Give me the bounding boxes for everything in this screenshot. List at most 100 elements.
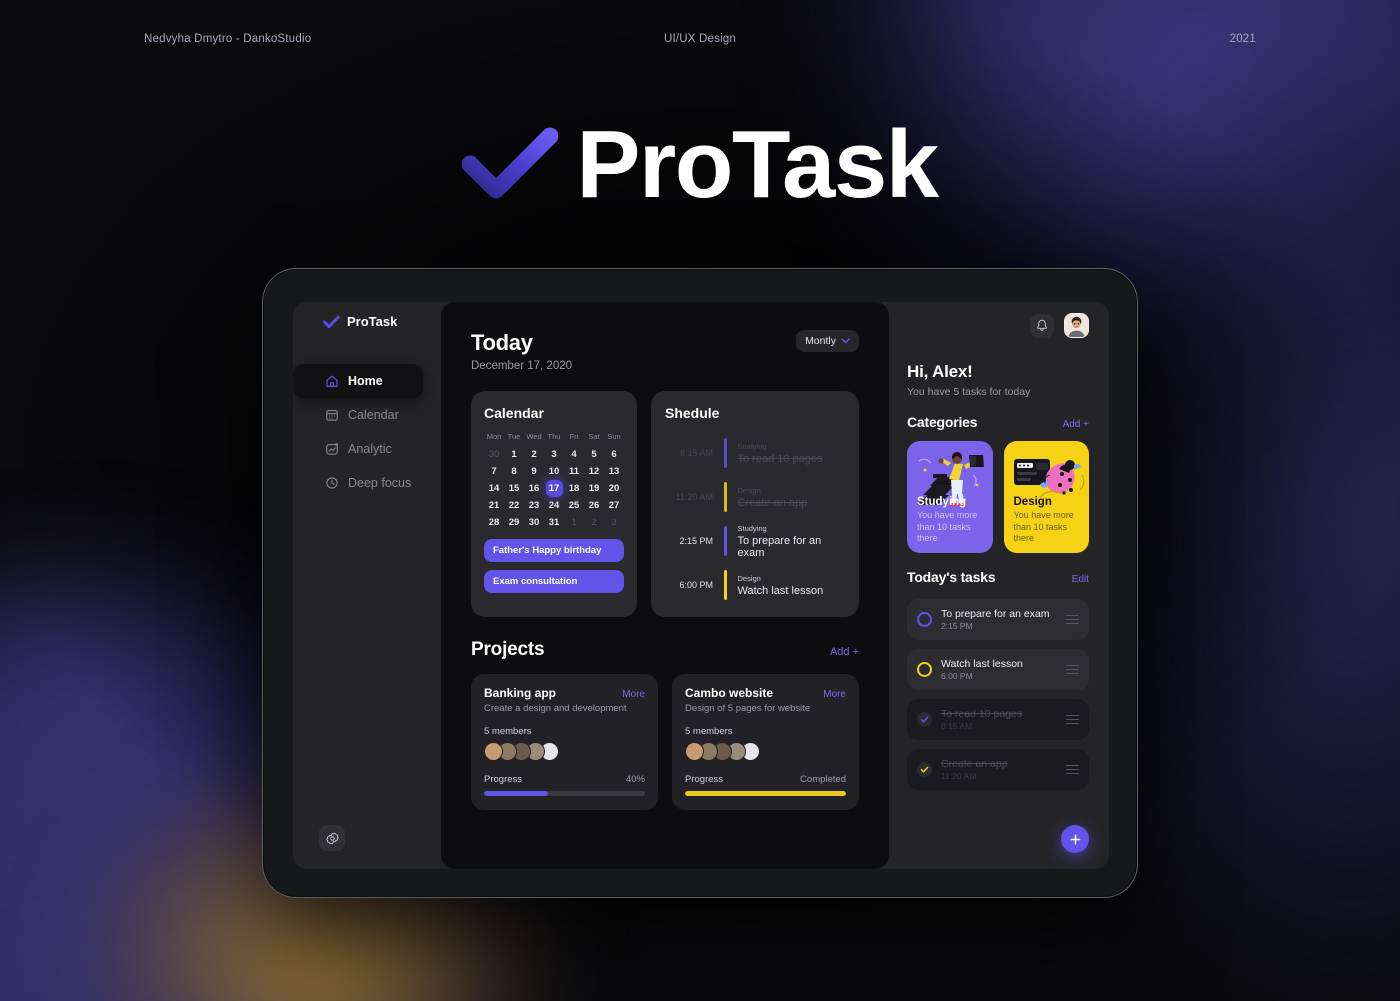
task-item[interactable]: Watch last lesson 6:00 PM bbox=[907, 649, 1089, 690]
notification-button[interactable] bbox=[1030, 313, 1054, 338]
calendar-day[interactable]: 25 bbox=[564, 497, 584, 514]
member-avatar bbox=[484, 742, 503, 761]
schedule-time: 8:15 AM bbox=[679, 448, 713, 458]
task-item[interactable]: To read 10 pages 8:15 AM bbox=[907, 699, 1089, 740]
task-time: 6:00 PM bbox=[941, 671, 973, 681]
task-text: Create an app 11:20 AM bbox=[941, 758, 1057, 781]
sidebar-item-label: Home bbox=[348, 374, 383, 388]
avatar[interactable] bbox=[1064, 313, 1089, 338]
sidebar-item-analytic[interactable]: Analytic bbox=[293, 432, 441, 466]
schedule-row[interactable]: 11:20 AM Design Create an app bbox=[665, 475, 845, 519]
project-year: 2021 bbox=[1229, 33, 1256, 45]
calendar-day[interactable]: 3 bbox=[544, 446, 564, 463]
add-category-button[interactable]: Add + bbox=[1063, 419, 1089, 430]
calendar-day[interactable]: 4 bbox=[564, 446, 584, 463]
calendar-day[interactable]: 13 bbox=[604, 463, 624, 480]
calendar-day[interactable]: 21 bbox=[484, 497, 504, 514]
category-card-design[interactable]: Design You have more than 10 tasks there bbox=[1003, 441, 1089, 553]
calendar-grid: Mon Tue Wed Thu Fri Sat Sun 30 1 2 3 4 5 6 7 8 9 10 11 12 13… bbox=[484, 432, 624, 531]
category-card-studying[interactable]: Studying You have more than 10 tasks the… bbox=[907, 441, 993, 553]
calendar-event[interactable]: Exam consultation bbox=[484, 570, 624, 593]
calendar-day[interactable]: 23 bbox=[524, 497, 544, 514]
calendar-day[interactable]: 2 bbox=[524, 446, 544, 463]
gear-icon bbox=[325, 832, 339, 844]
calendar-day[interactable]: 16 bbox=[524, 480, 544, 497]
calendar-day[interactable]: 12 bbox=[584, 463, 604, 480]
sidebar-item-deep-focus[interactable]: Deep focus bbox=[293, 466, 441, 500]
bell-icon bbox=[1037, 319, 1047, 331]
calendar-day[interactable]: 3 bbox=[604, 514, 624, 531]
tasks-header: Today's tasks Edit bbox=[907, 569, 1089, 585]
calendar-day[interactable]: 18 bbox=[564, 480, 584, 497]
app-brand: ProTask bbox=[323, 314, 397, 329]
chevron-down-icon bbox=[841, 338, 850, 344]
settings-button[interactable] bbox=[319, 825, 345, 851]
schedule-row[interactable]: 8:15 AM Studying To read 10 pages bbox=[665, 431, 845, 475]
tablet-device: ProTask Home Calendar Analytic Deep focu… bbox=[262, 268, 1138, 898]
calendar-day[interactable]: 2 bbox=[584, 514, 604, 531]
calendar-day[interactable]: 27 bbox=[604, 497, 624, 514]
drag-handle-icon[interactable] bbox=[1066, 714, 1079, 725]
calendar-day[interactable]: 6 bbox=[604, 446, 624, 463]
task-item[interactable]: Create an app 11:20 AM bbox=[907, 749, 1089, 790]
background-glow-left bbox=[0, 521, 300, 881]
calendar-event[interactable]: Father's Happy birthday bbox=[484, 539, 624, 562]
calendar-day[interactable]: 10 bbox=[544, 463, 564, 480]
calendar-day[interactable]: 30 bbox=[524, 514, 544, 531]
add-task-button[interactable] bbox=[1061, 825, 1089, 853]
calendar-icon bbox=[326, 410, 338, 421]
task-checkbox[interactable] bbox=[917, 662, 932, 677]
task-checkbox[interactable] bbox=[917, 612, 932, 627]
calendar-dow-label: Sun bbox=[607, 432, 621, 441]
calendar-day[interactable]: 31 bbox=[544, 514, 564, 531]
calendar-day[interactable]: 24 bbox=[544, 497, 564, 514]
project-more-button[interactable]: More bbox=[823, 689, 846, 700]
main-panel: Today December 17, 2020 Montly Calendar … bbox=[441, 302, 889, 869]
calendar-day[interactable]: 14 bbox=[484, 480, 504, 497]
drag-handle-icon[interactable] bbox=[1066, 664, 1079, 675]
calendar-day[interactable]: 8 bbox=[504, 463, 524, 480]
project-card[interactable]: Cambo website More Design of 5 pages for w… bbox=[672, 674, 859, 810]
project-card[interactable]: Banking app More Create a design and devel… bbox=[471, 674, 658, 810]
calendar-day[interactable]: 29 bbox=[504, 514, 524, 531]
calendar-day[interactable]: 1 bbox=[504, 446, 524, 463]
schedule-name: To prepare for an exam bbox=[737, 534, 822, 559]
sidebar-item-calendar[interactable]: Calendar bbox=[293, 398, 441, 432]
project-more-button[interactable]: More bbox=[622, 689, 645, 700]
clock-icon bbox=[326, 477, 338, 489]
calendar-day[interactable]: 1 bbox=[564, 514, 584, 531]
task-checkbox[interactable] bbox=[917, 712, 932, 727]
task-time: 8:15 AM bbox=[941, 721, 973, 731]
calendar-card-title: Calendar bbox=[484, 405, 544, 421]
range-select[interactable]: Montly bbox=[796, 330, 859, 352]
app-screen: ProTask Home Calendar Analytic Deep focu… bbox=[293, 302, 1109, 869]
add-project-button[interactable]: Add + bbox=[830, 646, 859, 658]
task-item[interactable]: To prepare for an exam 2:15 PM bbox=[907, 599, 1089, 640]
schedule-text: Design Create an app bbox=[738, 486, 808, 509]
categories-row: Studying You have more than 10 tasks the… bbox=[907, 441, 1089, 553]
calendar-day-selected[interactable]: 17 bbox=[544, 480, 564, 497]
calendar-day[interactable]: 15 bbox=[504, 480, 524, 497]
project-card-header: Banking app More bbox=[484, 686, 645, 700]
calendar-events: Father's Happy birthday Exam consultation bbox=[484, 539, 624, 593]
calendar-day[interactable]: 7 bbox=[484, 463, 504, 480]
schedule-row[interactable]: 2:15 PM Studying To prepare for an exam bbox=[665, 519, 845, 563]
calendar-day[interactable]: 26 bbox=[584, 497, 604, 514]
calendar-day[interactable]: 11 bbox=[564, 463, 584, 480]
calendar-day[interactable]: 20 bbox=[604, 480, 624, 497]
task-checkbox[interactable] bbox=[917, 762, 932, 777]
calendar-day[interactable]: 9 bbox=[524, 463, 544, 480]
calendar-dow-label: Tue bbox=[507, 432, 521, 441]
sidebar-item-home[interactable]: Home bbox=[293, 364, 423, 398]
drag-handle-icon[interactable] bbox=[1066, 614, 1079, 625]
edit-tasks-button[interactable]: Edit bbox=[1072, 574, 1089, 585]
drag-handle-icon[interactable] bbox=[1066, 764, 1079, 775]
schedule-row[interactable]: 6:00 PM Design Watch last lesson bbox=[665, 563, 845, 607]
calendar-day[interactable]: 22 bbox=[504, 497, 524, 514]
calendar-day[interactable]: 28 bbox=[484, 514, 504, 531]
calendar-day[interactable]: 19 bbox=[584, 480, 604, 497]
project-progress-track bbox=[685, 791, 846, 796]
calendar-day[interactable]: 30 bbox=[484, 446, 504, 463]
calendar-day[interactable]: 5 bbox=[584, 446, 604, 463]
analytic-icon bbox=[326, 443, 339, 455]
